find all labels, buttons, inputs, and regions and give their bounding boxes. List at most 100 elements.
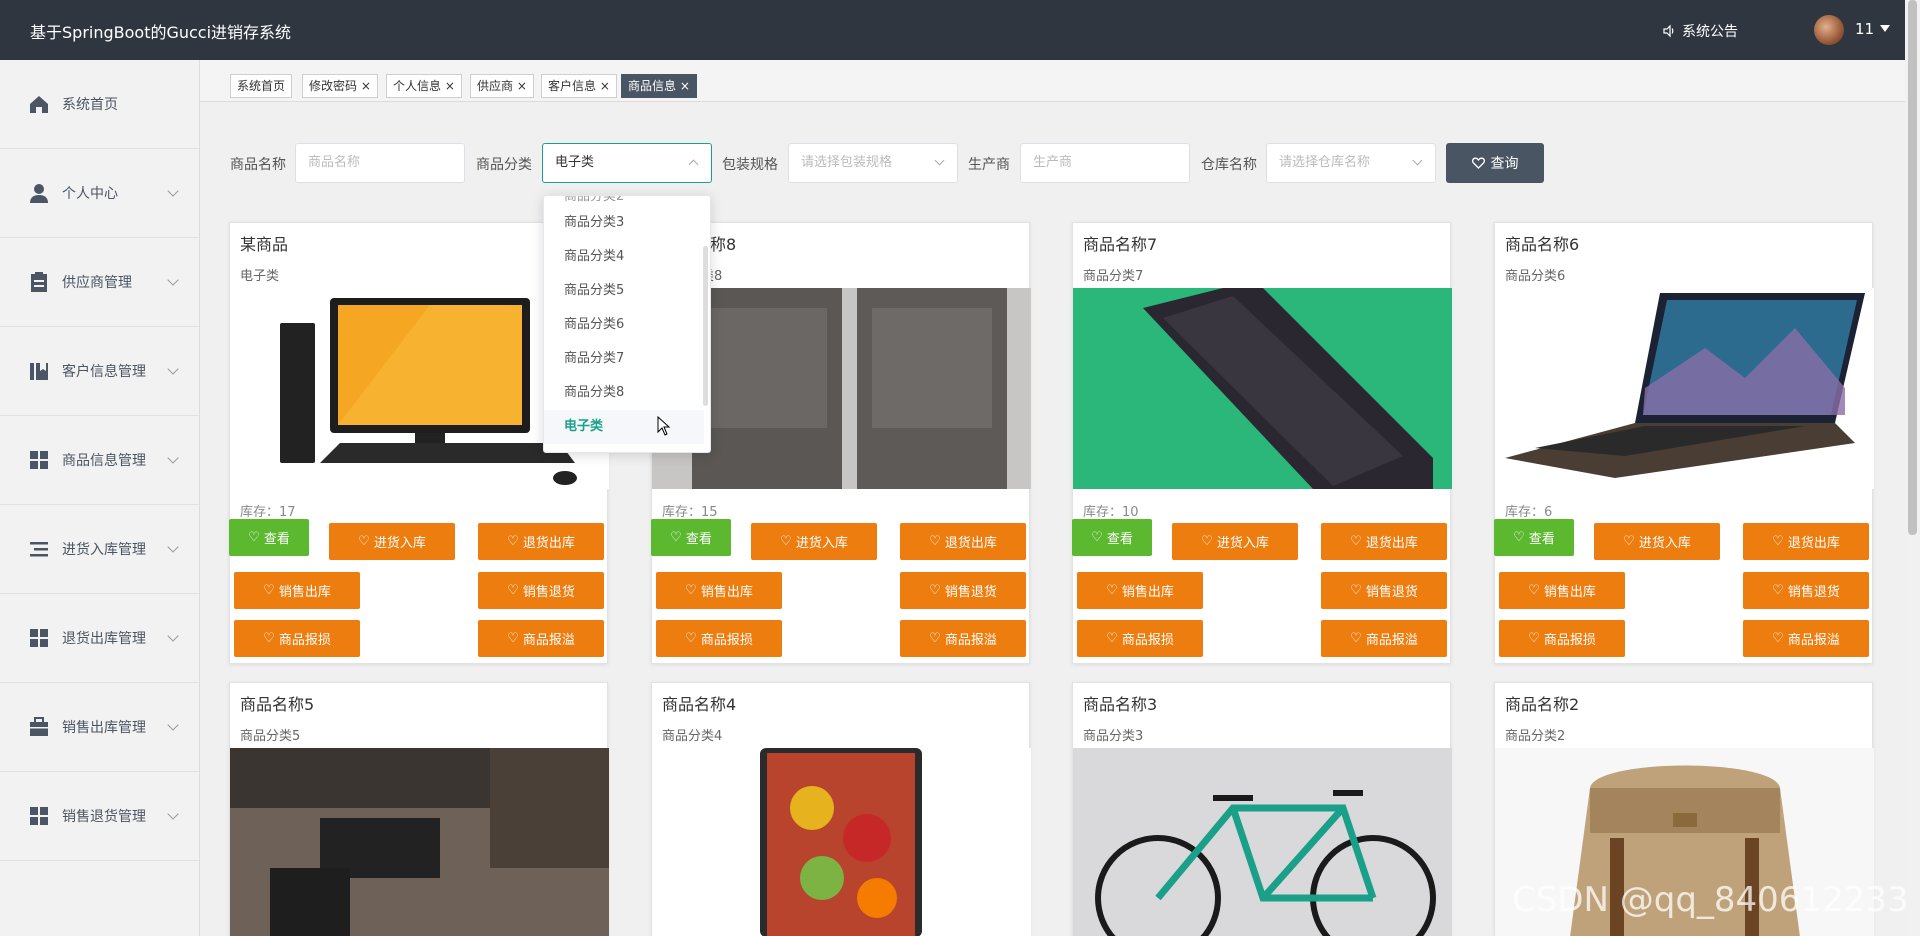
sidebar-item-return-out[interactable]: 退货出库管理	[0, 594, 199, 683]
damage-button[interactable]: ♡ 商品报损	[1077, 620, 1203, 657]
return-out-button[interactable]: ♡ 退货出库	[1743, 523, 1869, 560]
notice-button[interactable]: 系统公告	[1662, 21, 1738, 41]
chevron-down-icon	[167, 363, 179, 375]
sale-out-button[interactable]: ♡ 销售出库	[656, 572, 782, 609]
warehouse-label: 仓库名称	[1201, 157, 1257, 173]
sale-return-button[interactable]: ♡ 销售退货	[900, 572, 1026, 609]
damage-button[interactable]: ♡ 商品报损	[656, 620, 782, 657]
scrollbar-thumb[interactable]	[1908, 0, 1917, 535]
damage-label: 商品报损	[1121, 633, 1174, 648]
view-label: 查看	[263, 532, 290, 547]
dropdown-option[interactable]: 商品分类4	[544, 240, 704, 274]
sidebar-item-product[interactable]: 商品信息管理	[0, 416, 199, 505]
return-out-button[interactable]: ♡ 退货出库	[478, 523, 604, 560]
sale-out-button[interactable]: ♡ 销售出库	[1077, 572, 1203, 609]
overflow-label: 商品报溢	[522, 633, 575, 648]
warehouse-select[interactable]: 请选择仓库名称	[1266, 143, 1436, 183]
sale-return-button[interactable]: ♡ 销售退货	[1321, 572, 1447, 609]
user-menu[interactable]: 11	[1855, 20, 1891, 38]
top-bar: 基于SpringBoot的Gucci进销存系统 系统公告 11	[0, 0, 1920, 60]
overflow-button[interactable]: ♡ 商品报溢	[478, 620, 604, 657]
sale-out-label: 销售出库	[1543, 585, 1596, 600]
heart-icon: ♡	[1350, 631, 1362, 646]
query-button[interactable]: 查询	[1446, 143, 1544, 183]
sale-return-button[interactable]: ♡ 销售退货	[478, 572, 604, 609]
stock-in-button[interactable]: ♡ 进货入库	[1594, 523, 1720, 560]
dropdown-option[interactable]: 商品分类6	[544, 308, 704, 342]
stock-in-button[interactable]: ♡ 进货入库	[1172, 523, 1298, 560]
sidebar-item-label: 个人中心	[62, 186, 118, 202]
sidebar-item-stock-in[interactable]: 进货入库管理	[0, 505, 199, 594]
sidebar-item-label: 销售退货管理	[62, 809, 146, 825]
tab-customer[interactable]: 客户信息 ×	[541, 74, 617, 98]
product-image[interactable]	[1495, 288, 1874, 489]
sidebar-item-label: 商品信息管理	[62, 453, 146, 469]
heart-icon: ♡	[929, 583, 941, 598]
tab-change-password[interactable]: 修改密码 ×	[302, 74, 378, 98]
chevron-down-icon	[167, 630, 179, 642]
product-name-input[interactable]: 商品名称	[295, 143, 465, 183]
return-out-button[interactable]: ♡ 退货出库	[900, 523, 1026, 560]
dropdown-scrollbar[interactable]	[703, 246, 708, 406]
overflow-button[interactable]: ♡ 商品报溢	[1321, 620, 1447, 657]
overflow-label: 商品报溢	[1787, 633, 1840, 648]
product-name: 商品名称7	[1083, 235, 1158, 254]
view-button[interactable]: ♡ 查看	[1494, 519, 1574, 556]
maker-input[interactable]: 生产商	[1020, 143, 1190, 183]
view-button[interactable]: ♡ 查看	[651, 519, 731, 556]
sale-out-label: 销售出库	[700, 585, 753, 600]
heart-icon: ♡	[507, 583, 519, 598]
sidebar-item-customer[interactable]: 客户信息管理	[0, 327, 199, 416]
product-image[interactable]	[652, 748, 1031, 936]
sale-out-button[interactable]: ♡ 销售出库	[234, 572, 360, 609]
return-out-label: 退货出库	[1787, 536, 1840, 551]
heart-icon: ♡	[929, 631, 941, 646]
return-out-label: 退货出库	[522, 536, 575, 551]
product-stock: 库存：17	[240, 505, 296, 520]
overflow-button[interactable]: ♡ 商品报溢	[1743, 620, 1869, 657]
sale-return-button[interactable]: ♡ 销售退货	[1743, 572, 1869, 609]
sale-return-label: 销售退货	[1365, 585, 1418, 600]
sidebar-item-personal[interactable]: 个人中心	[0, 149, 199, 238]
tab-home[interactable]: 系统首页	[230, 74, 293, 98]
heart-icon: ♡	[1772, 631, 1784, 646]
tab-supplier[interactable]: 供应商 ×	[470, 74, 534, 98]
damage-button[interactable]: ♡ 商品报损	[1499, 620, 1625, 657]
sidebar-item-sale-return[interactable]: 销售退货管理	[0, 772, 199, 861]
dropdown-option[interactable]: 商品分类7	[544, 342, 704, 376]
stock-in-button[interactable]: ♡ 进货入库	[751, 523, 877, 560]
return-out-label: 退货出库	[944, 536, 997, 551]
heart-icon: ♡	[780, 534, 792, 549]
product-name: 商品名称6	[1505, 235, 1580, 254]
category-select[interactable]: 电子类	[542, 143, 712, 183]
product-image[interactable]	[1073, 288, 1452, 489]
dropdown-option-selected[interactable]: 电子类	[544, 410, 704, 444]
stock-in-button[interactable]: ♡ 进货入库	[329, 523, 455, 560]
product-stock: 库存：10	[1083, 505, 1139, 520]
view-button[interactable]: ♡ 查看	[1072, 519, 1152, 556]
dropdown-option[interactable]: 商品分类8	[544, 376, 704, 410]
product-image[interactable]	[1073, 748, 1452, 936]
page-scrollbar[interactable]	[1905, 0, 1920, 936]
heart-icon: ♡	[507, 534, 519, 549]
pack-select[interactable]: 请选择包装规格	[788, 143, 958, 183]
view-button[interactable]: ♡ 查看	[229, 519, 309, 556]
cursor-icon	[657, 416, 671, 436]
sale-out-button[interactable]: ♡ 销售出库	[1499, 572, 1625, 609]
product-name: 商品名称3	[1083, 695, 1158, 714]
heart-icon: ♡	[670, 530, 682, 545]
view-label: 查看	[685, 532, 712, 547]
sidebar-item-supplier[interactable]: 供应商管理	[0, 238, 199, 327]
tab-product-info[interactable]: 商品信息 ×	[621, 74, 697, 98]
sidebar-item-home[interactable]: 系统首页	[0, 60, 199, 149]
product-image[interactable]	[230, 748, 609, 936]
dropdown-option[interactable]: 商品分类3	[544, 206, 704, 240]
damage-button[interactable]: ♡ 商品报损	[234, 620, 360, 657]
sidebar-item-sale-out[interactable]: 销售出库管理	[0, 683, 199, 772]
return-out-button[interactable]: ♡ 退货出库	[1321, 523, 1447, 560]
avatar[interactable]	[1814, 15, 1844, 45]
dropdown-option[interactable]: 商品分类5	[544, 274, 704, 308]
chevron-down-icon	[167, 185, 179, 197]
overflow-button[interactable]: ♡ 商品报溢	[900, 620, 1026, 657]
tab-personal-info[interactable]: 个人信息 ×	[386, 74, 462, 98]
